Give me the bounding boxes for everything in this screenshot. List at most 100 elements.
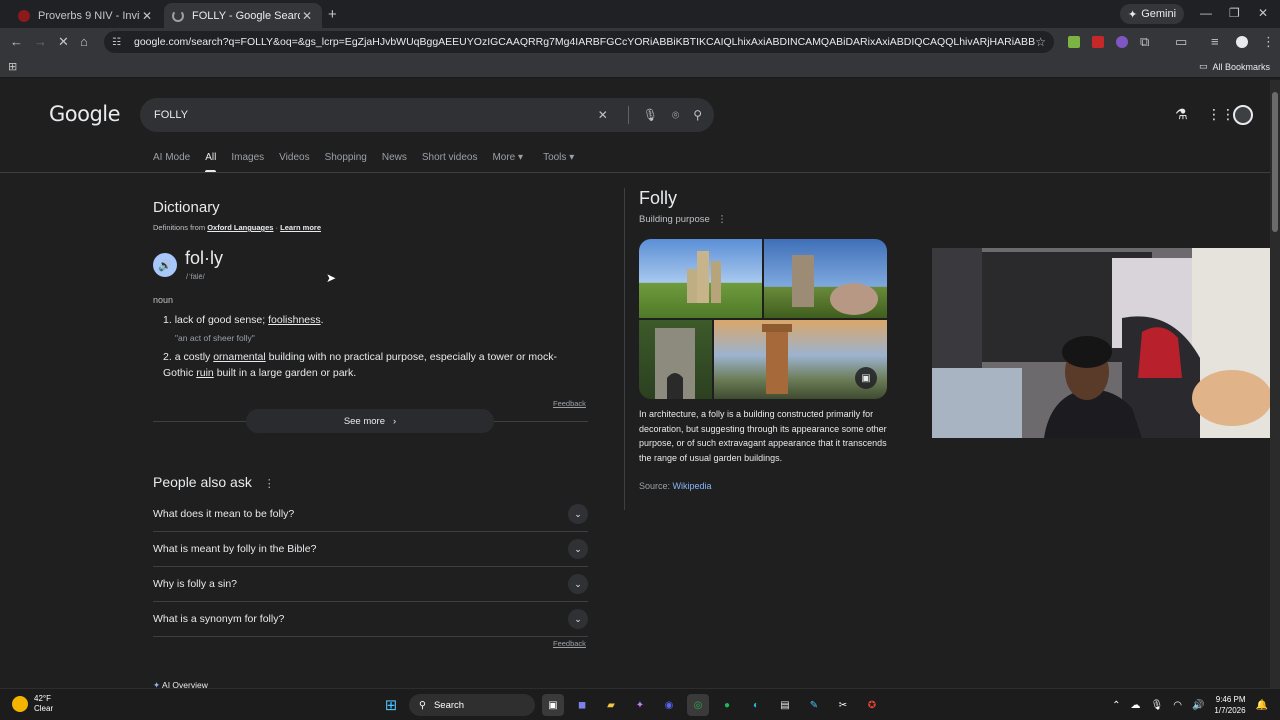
spotify-icon[interactable]: ● xyxy=(716,694,738,716)
extension-icon[interactable] xyxy=(1068,36,1080,48)
paa-question[interactable]: What does it mean to be folly? ⌄ xyxy=(153,497,588,532)
media-controls-icon[interactable]: ≡ xyxy=(1211,34,1219,49)
meet-icon[interactable]: ◼ xyxy=(571,694,593,716)
file-explorer-icon[interactable]: ▰ xyxy=(600,694,622,716)
weather-widget[interactable]: 42°F Clear xyxy=(12,694,53,714)
account-avatar[interactable] xyxy=(1233,105,1253,125)
foolishness-link[interactable]: foolishness xyxy=(268,314,321,326)
tab-news[interactable]: News xyxy=(382,152,407,173)
paa-question-text: What is a synonym for folly? xyxy=(153,613,285,625)
browser-tab-google[interactable]: FOLLY - Google Search ✕ xyxy=(164,3,322,28)
ruin-link[interactable]: ruin xyxy=(196,367,214,379)
site-info-icon[interactable]: ☷ xyxy=(112,37,126,48)
clock[interactable]: 9:46 PM 1/7/2026 xyxy=(1214,694,1245,716)
see-more-button[interactable]: See more › xyxy=(246,409,494,433)
volume-icon[interactable]: 🔊 xyxy=(1192,700,1204,711)
tab-videos[interactable]: Videos xyxy=(279,152,309,173)
dictionary-feedback-link[interactable]: Feedback xyxy=(553,399,586,408)
bookmark-star-icon[interactable]: ☆ xyxy=(1035,35,1046,49)
copilot-icon[interactable]: ✦ xyxy=(629,694,651,716)
onedrive-icon[interactable]: ☁ xyxy=(1131,700,1141,711)
edge-icon[interactable]: ◐ xyxy=(745,694,767,716)
speaker-icon[interactable]: 🔊 xyxy=(153,253,177,277)
home-icon[interactable]: ⌂ xyxy=(80,34,88,49)
more-options-icon[interactable]: ⋮ xyxy=(264,478,275,490)
task-view-icon[interactable]: ▣ xyxy=(542,694,564,716)
tab-images[interactable]: Images xyxy=(231,152,264,173)
profile-icon[interactable] xyxy=(1236,36,1248,48)
google-logo[interactable]: Google xyxy=(49,102,121,126)
search-input[interactable] xyxy=(154,109,584,121)
folly-sunset-tower-image[interactable]: ▣ xyxy=(714,320,887,399)
wikipedia-link[interactable]: Wikipedia xyxy=(673,481,712,491)
ornamental-link[interactable]: ornamental xyxy=(213,351,266,363)
image-gallery-icon[interactable]: ▣ xyxy=(855,367,877,389)
restore-icon[interactable]: ❐ xyxy=(1229,6,1240,20)
tab-tools-label: Tools xyxy=(543,152,567,163)
windows-taskbar: 42°F Clear ⊞ ⚲ Search ▣ ◼ ▰ ✦ ◉ ◎ ● ◐ ▤ … xyxy=(0,688,1280,720)
taskbar-search[interactable]: ⚲ Search xyxy=(409,694,535,716)
paa-feedback-link[interactable]: Feedback xyxy=(553,639,586,648)
new-tab-plus-icon[interactable]: + xyxy=(328,6,337,23)
learn-more-link[interactable]: Learn more xyxy=(280,223,321,232)
url-text[interactable]: google.com/search?q=FOLLY&oq=&gs_lcrp=Eg… xyxy=(134,36,1035,48)
labs-flask-icon[interactable]: ⚗ xyxy=(1175,106,1188,123)
close-tab-icon[interactable]: ✕ xyxy=(300,9,314,23)
forward-arrow-icon[interactable]: → xyxy=(34,34,47,49)
chevron-down-icon[interactable]: ⌄ xyxy=(568,574,588,594)
clear-icon[interactable]: ✕ xyxy=(598,108,608,122)
microsoft-store-icon[interactable]: ▤ xyxy=(774,694,796,716)
address-bar[interactable]: ☷ google.com/search?q=FOLLY&oq=&gs_lcrp=… xyxy=(104,31,1054,53)
discord-icon[interactable]: ◉ xyxy=(658,694,680,716)
chevron-down-icon[interactable]: ⌄ xyxy=(568,539,588,559)
chrome-icon[interactable]: ◎ xyxy=(687,694,709,716)
apps-grid-icon[interactable]: ⊞ xyxy=(8,60,17,73)
extension-icon[interactable] xyxy=(1092,36,1104,48)
page-scrollbar[interactable] xyxy=(1270,80,1280,688)
close-window-icon[interactable]: ✕ xyxy=(1258,6,1268,20)
tab-tools[interactable]: Tools ▾ xyxy=(543,152,574,173)
paa-question[interactable]: What is meant by folly in the Bible? ⌄ xyxy=(153,532,588,567)
paa-question[interactable]: Why is folly a sin? ⌄ xyxy=(153,567,588,602)
search-results-page: Google ✕ 🎙 ⌾ ⚲ ⚗ ⋮⋮ AI Mode All Images V… xyxy=(0,80,1270,688)
chevron-down-icon[interactable]: ⌄ xyxy=(568,504,588,524)
back-arrow-icon[interactable]: ← xyxy=(10,34,23,49)
folly-tower-image[interactable] xyxy=(639,239,762,318)
wifi-icon[interactable]: ◠ xyxy=(1173,700,1182,711)
stop-loading-icon[interactable]: ✕ xyxy=(58,34,69,50)
more-options-icon[interactable]: ⋮ xyxy=(717,214,727,225)
minimize-icon[interactable]: — xyxy=(1200,6,1212,20)
folly-arch-image[interactable] xyxy=(639,320,712,399)
browser-tab-proverbs[interactable]: Proverbs 9 NIV - Invitations of W ✕ xyxy=(10,3,162,28)
microphone-icon[interactable]: 🎙 xyxy=(1151,700,1164,711)
tab-shopping[interactable]: Shopping xyxy=(325,152,367,173)
lens-camera-icon[interactable]: ⌾ xyxy=(672,108,679,123)
folly-ruin-image[interactable] xyxy=(764,239,887,318)
tab-short-videos[interactable]: Short videos xyxy=(422,152,478,173)
google-apps-icon[interactable]: ⋮⋮ xyxy=(1207,106,1235,123)
folly-image-grid[interactable]: ▣ xyxy=(639,239,887,399)
microphone-icon[interactable]: 🎙 xyxy=(643,108,658,122)
scrollbar-thumb[interactable] xyxy=(1272,92,1278,232)
tab-ai-mode[interactable]: AI Mode xyxy=(153,152,190,173)
close-tab-icon[interactable]: ✕ xyxy=(140,9,154,23)
gemini-button[interactable]: ✦ Gemini xyxy=(1120,4,1185,24)
pen-app-icon[interactable]: ✎ xyxy=(803,694,825,716)
source-label: Source: xyxy=(639,481,671,491)
all-bookmarks-button[interactable]: ▭ All Bookmarks xyxy=(1199,61,1270,72)
chevron-down-icon[interactable]: ⌄ xyxy=(568,609,588,629)
split-view-icon[interactable]: ▭ xyxy=(1175,34,1187,50)
tab-more[interactable]: More ▾ xyxy=(492,152,523,173)
extension-icon[interactable] xyxy=(1116,36,1128,48)
chevron-up-icon[interactable]: ⌃ xyxy=(1112,700,1120,711)
extensions-puzzle-icon[interactable]: ⧉ xyxy=(1140,34,1149,50)
menu-kebab-icon[interactable]: ⋮ xyxy=(1262,34,1275,50)
tab-all[interactable]: All xyxy=(205,152,217,173)
paa-question[interactable]: What is a synonym for folly? ⌄ xyxy=(153,602,588,637)
search-icon[interactable]: ⚲ xyxy=(693,108,702,122)
app-icon[interactable]: ✪ xyxy=(861,694,883,716)
windows-start-icon[interactable]: ⊞ xyxy=(380,694,402,716)
oxford-link[interactable]: Oxford Languages xyxy=(207,223,273,232)
capcut-icon[interactable]: ✂ xyxy=(832,694,854,716)
notification-bell-icon[interactable]: 🔔 xyxy=(1256,700,1268,711)
